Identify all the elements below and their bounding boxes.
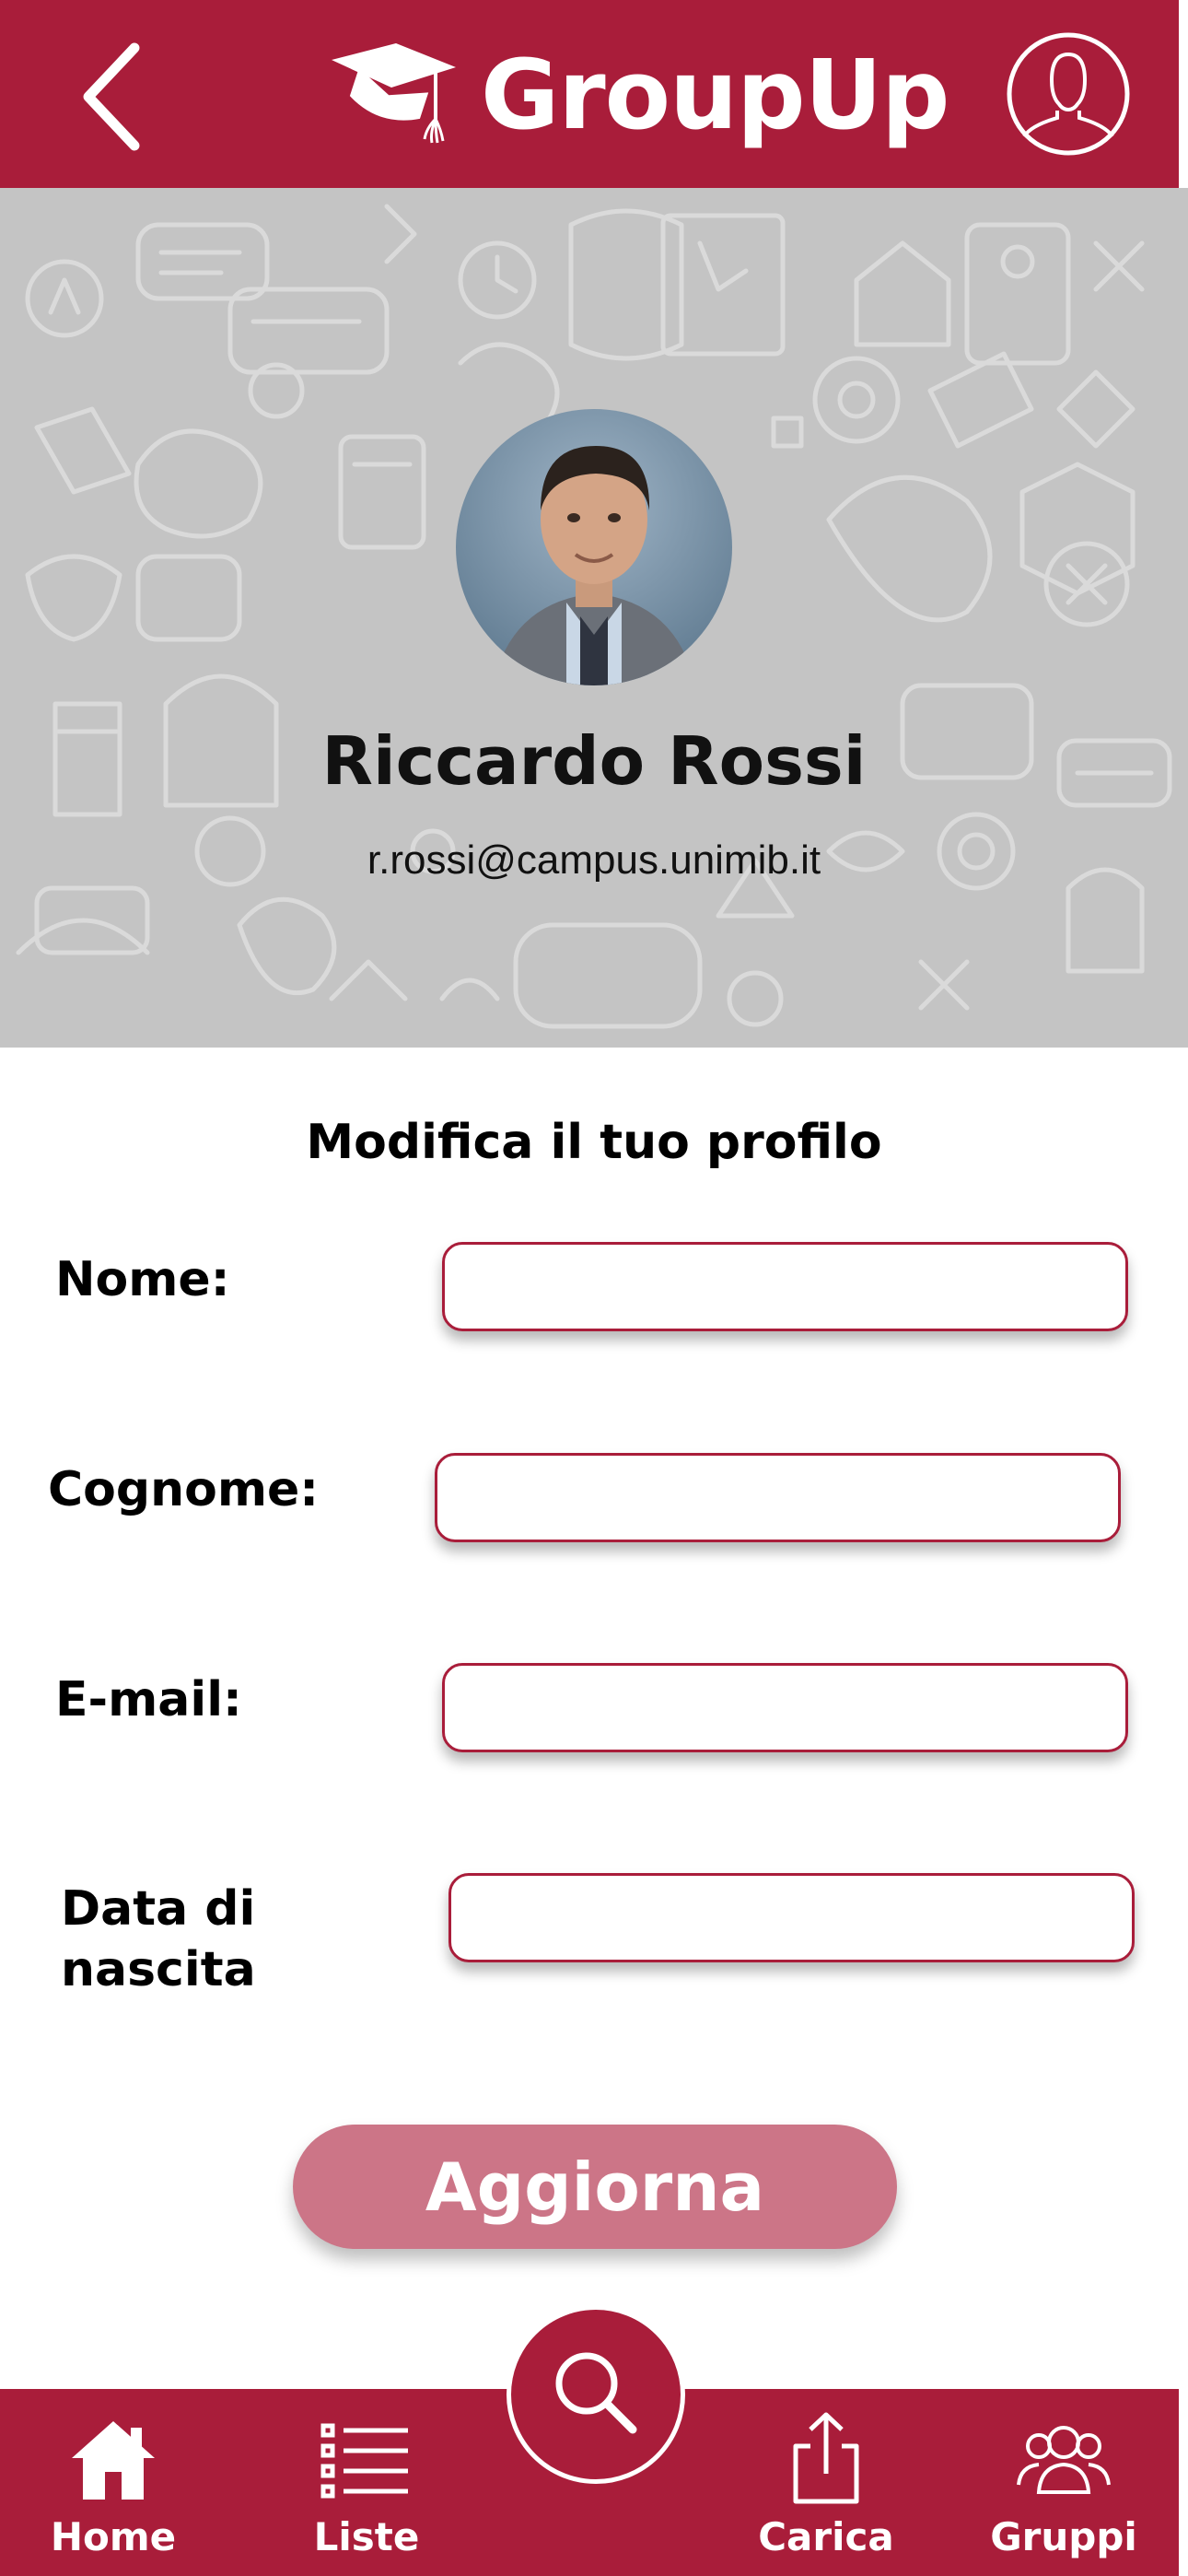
nav-label-lists: Liste [313, 2514, 420, 2559]
user-icon [1007, 32, 1130, 156]
update-button[interactable]: Aggiorna [293, 2125, 897, 2249]
app-logo: GroupUp [327, 35, 949, 155]
email-input[interactable] [442, 1663, 1128, 1752]
home-icon [72, 2421, 155, 2500]
birth-date-label-line2: nascita [61, 1941, 256, 1997]
nav-item-lists[interactable]: Liste [261, 2389, 472, 2576]
upload-icon [793, 2412, 859, 2504]
graduation-cap-icon [332, 43, 456, 144]
back-button[interactable] [72, 37, 155, 157]
birth-date-input[interactable] [448, 1873, 1135, 1962]
profile-avatar[interactable] [456, 409, 732, 685]
chevron-left-icon [83, 42, 140, 151]
avatar-photo [456, 409, 732, 685]
nav-label-groups: Gruppi [990, 2514, 1137, 2559]
nav-label-home: Home [50, 2514, 177, 2559]
profile-email: r.rossi@campus.unimib.it [367, 837, 821, 883]
birth-date-label: Data di nascita [61, 1879, 256, 2000]
nav-label-upload: Carica [758, 2514, 894, 2559]
email-label: E-mail: [55, 1672, 242, 1727]
form-title: Modifica il tuo profilo [306, 1115, 882, 1170]
search-button[interactable] [507, 2305, 685, 2484]
nav-item-upload[interactable]: Carica [720, 2389, 932, 2576]
app-header: GroupUp [0, 0, 1179, 188]
profile-cover: Riccardo Rossi r.rossi@campus.unimib.it [0, 188, 1188, 1048]
list-icon [320, 2423, 408, 2499]
first-name-label: Nome: [55, 1252, 230, 1307]
last-name-label: Cognome: [48, 1462, 320, 1517]
last-name-input[interactable] [435, 1453, 1121, 1542]
app-title: GroupUp [481, 39, 949, 151]
profile-name: Riccardo Rossi [321, 722, 867, 800]
search-icon [555, 2352, 637, 2434]
first-name-input[interactable] [442, 1242, 1128, 1331]
group-icon [1017, 2426, 1111, 2494]
nav-item-home[interactable]: Home [7, 2389, 219, 2576]
profile-button[interactable] [1004, 29, 1133, 158]
nav-item-groups[interactable]: Gruppi [958, 2389, 1170, 2576]
profile-edit-screen: GroupUp Riccardo Rossi r.rossi@campus.un… [0, 0, 1188, 2576]
birth-date-label-line1: Data di [61, 1881, 256, 1937]
